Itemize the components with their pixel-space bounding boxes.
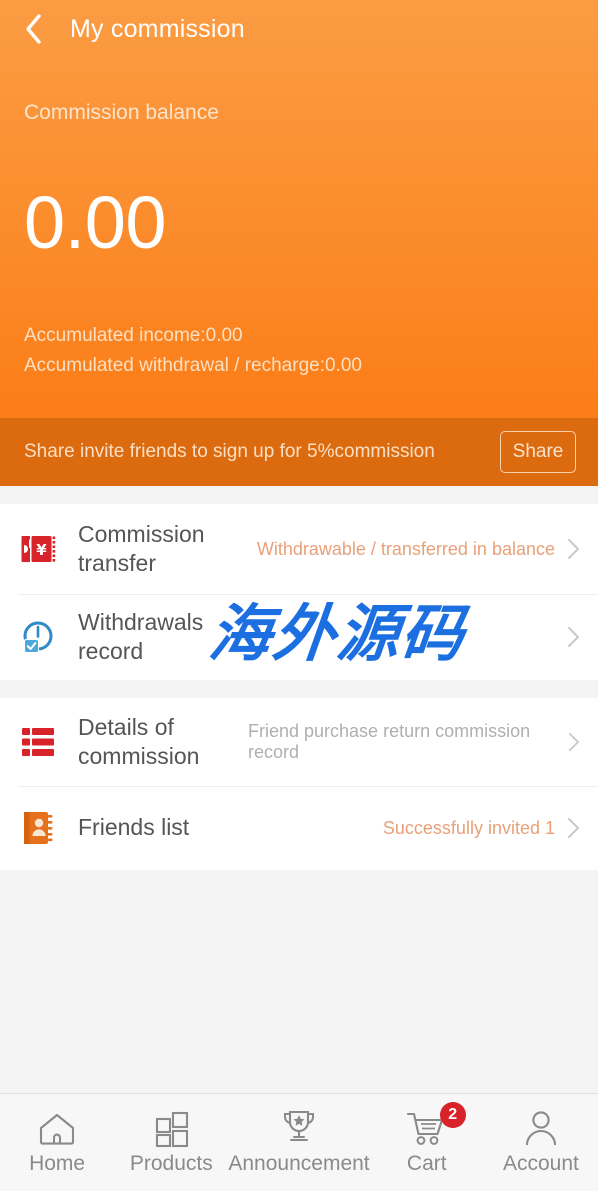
menu-item-right: Successfully invited 1 [383,817,580,839]
menu-item-label: Friends list [78,814,190,841]
tab-announcement[interactable]: Announcement [228,1106,370,1176]
grid-icon [150,1106,192,1150]
section-gap [0,486,598,504]
tab-home[interactable]: Home [0,1106,114,1176]
chevron-right-icon [568,818,579,838]
trophy-star-icon [277,1106,321,1150]
cart-icon: 2 [404,1102,466,1150]
menu-item-right: Friend purchase return commission record [248,721,580,763]
coupon-yen-icon: ¥ [18,529,58,569]
accumulated-withdrawal: Accumulated withdrawal / recharge:0.00 [24,355,362,376]
tab-label: Account [502,1152,579,1175]
app-screen: My commission Commission balance 0.00 Ac… [0,0,598,1191]
cart-badge: 2 [439,1102,466,1128]
menu-item-hint: Successfully invited 1 [382,817,555,838]
section-gap [0,680,598,698]
accumulated-income: Accumulated income:0.00 [24,325,243,346]
balance-amount: 0.00 [24,181,167,264]
list-rows-icon [18,722,58,762]
menu-item-friends-list[interactable]: Friends list Successfully invited 1 [0,786,598,870]
share-button[interactable]: Share [500,431,576,473]
clock-check-icon [18,617,58,657]
menu-group-1: ¥ Commission transfer Withdrawable / tra… [0,504,598,680]
menu-item-hint: Friend purchase return commission record [248,721,531,762]
menu-item-commission-transfer[interactable]: ¥ Commission transfer Withdrawable / tra… [0,504,598,594]
tab-account[interactable]: Account [484,1106,598,1176]
chevron-right-icon [568,539,579,559]
balance-label: Commission balance [24,101,219,124]
menu-item-label: Details of commission [78,713,200,769]
address-book-icon [18,808,58,848]
menu-item-withdrawals-record[interactable]: Withdrawals record [0,594,598,680]
share-banner: Share invite friends to sign up for 5%co… [0,418,598,486]
menu-item-right [555,626,580,648]
tab-cart[interactable]: 2 Cart [370,1102,484,1176]
chevron-right-icon [568,627,579,647]
share-banner-text: Share invite friends to sign up for 5%co… [24,441,435,462]
menu-item-label: Withdrawals record [78,608,204,664]
menu-item-hint: Withdrawable / transferred in balance [256,538,555,559]
svg-text:¥: ¥ [36,541,47,559]
tab-label: Products [129,1152,213,1175]
tab-products[interactable]: Products [114,1106,228,1176]
tab-label: Cart [406,1152,447,1175]
tab-label: Announcement [228,1152,370,1175]
home-icon [35,1106,79,1150]
commission-hero: My commission Commission balance 0.00 Ac… [0,0,598,418]
menu-item-label: Commission transfer [78,520,205,576]
tab-label: Home [29,1152,86,1175]
page-title: My commission [70,14,245,43]
chevron-right-icon [569,732,580,752]
menu-item-right: Withdrawable / transferred in balance [257,538,580,560]
menu-item-details-of-commission[interactable]: Details of commission Friend purchase re… [0,698,598,786]
menu-group-2: Details of commission Friend purchase re… [0,698,598,870]
person-icon [520,1106,562,1150]
title-bar: My commission [0,0,598,58]
chevron-left-icon[interactable] [18,14,48,44]
bottom-tabbar: Home Products Announcement 2 Cart Accoun… [0,1093,598,1191]
